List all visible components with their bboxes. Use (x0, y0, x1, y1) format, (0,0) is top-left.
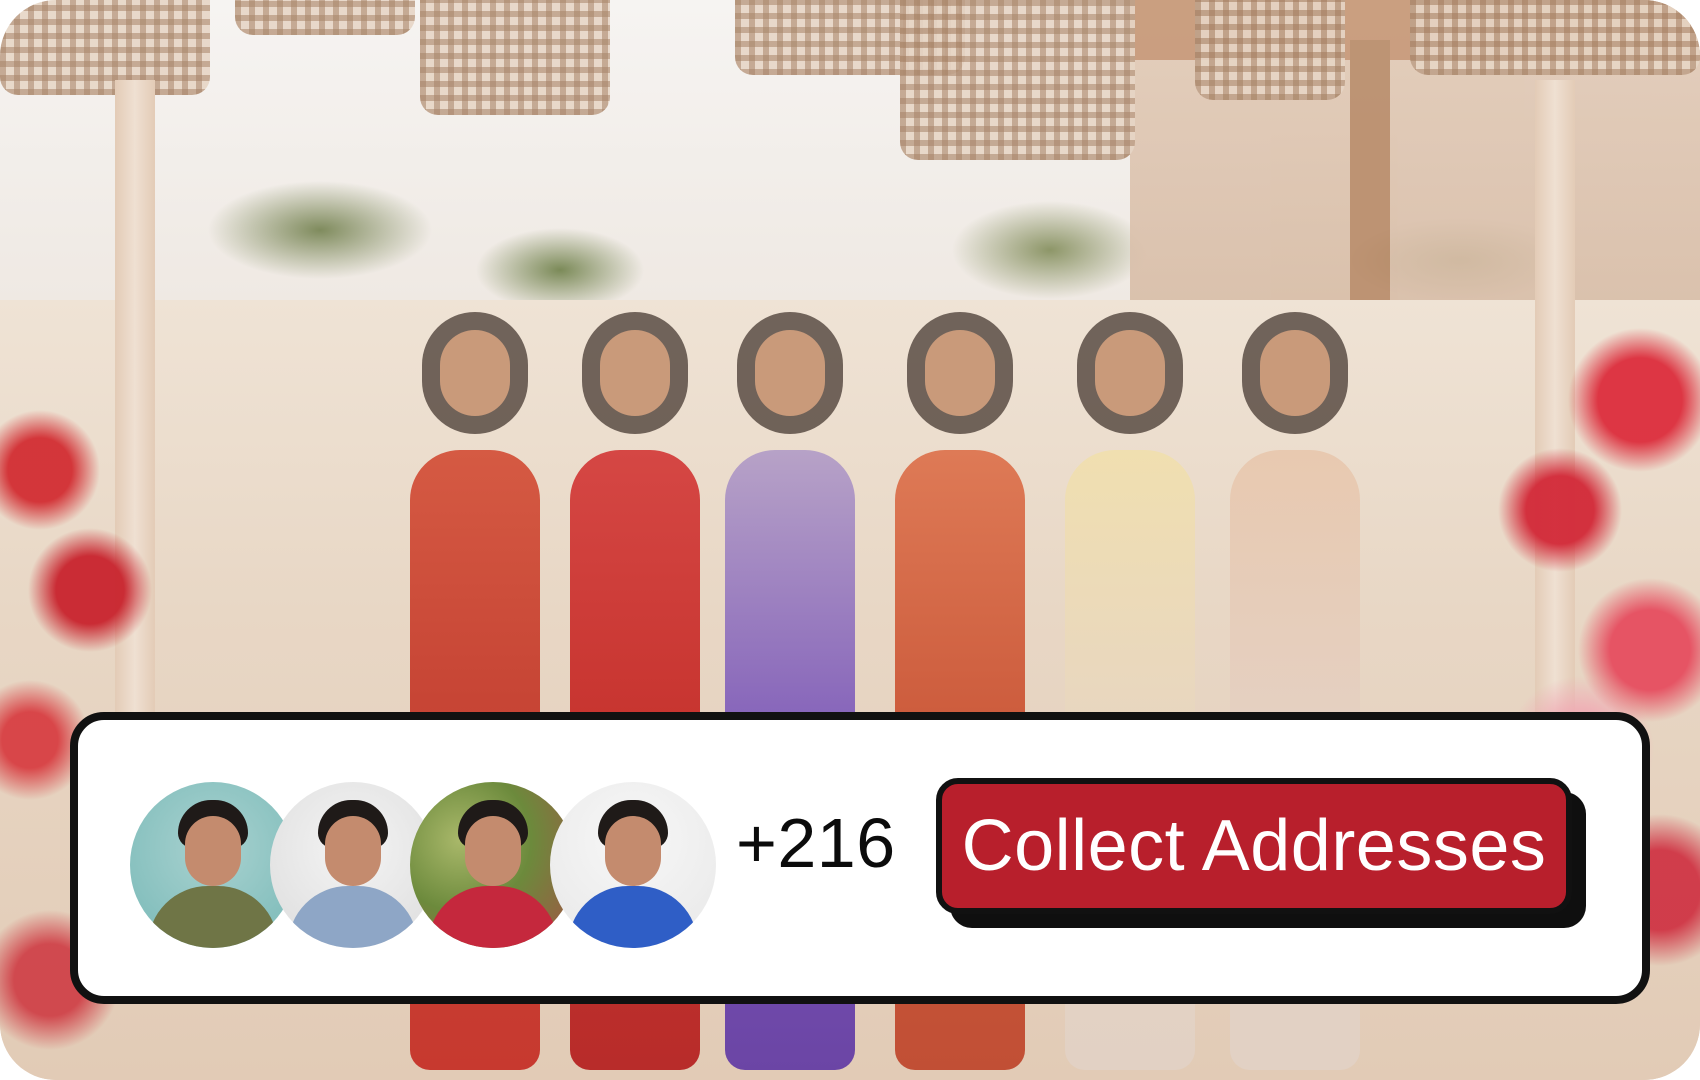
guest-head (600, 330, 670, 416)
guest-head (440, 330, 510, 416)
avatar-face (325, 816, 381, 886)
guest-head (925, 330, 995, 416)
guest-head (755, 330, 825, 416)
avatar-face (185, 816, 241, 886)
signup-count: +216 (736, 804, 896, 882)
wicker-lamp (235, 0, 415, 35)
building-beam (1350, 40, 1390, 300)
cta-card: +216 Collect Addresses (70, 712, 1650, 1004)
collect-addresses-button[interactable]: Collect Addresses (936, 778, 1572, 914)
hero-image: +216 Collect Addresses (0, 0, 1700, 1080)
wicker-lamp (0, 0, 210, 95)
wicker-lamp (1410, 0, 1700, 75)
guest-head (1095, 330, 1165, 416)
avatar-stack (130, 782, 730, 952)
wicker-lamp (900, 0, 1135, 160)
avatar-face (605, 816, 661, 886)
avatar (550, 782, 716, 948)
collect-addresses-button-wrapper: Collect Addresses (936, 778, 1586, 928)
guest-head (1260, 330, 1330, 416)
wicker-lamp (420, 0, 610, 115)
avatar-face (465, 816, 521, 886)
wicker-lamp (1195, 0, 1345, 100)
